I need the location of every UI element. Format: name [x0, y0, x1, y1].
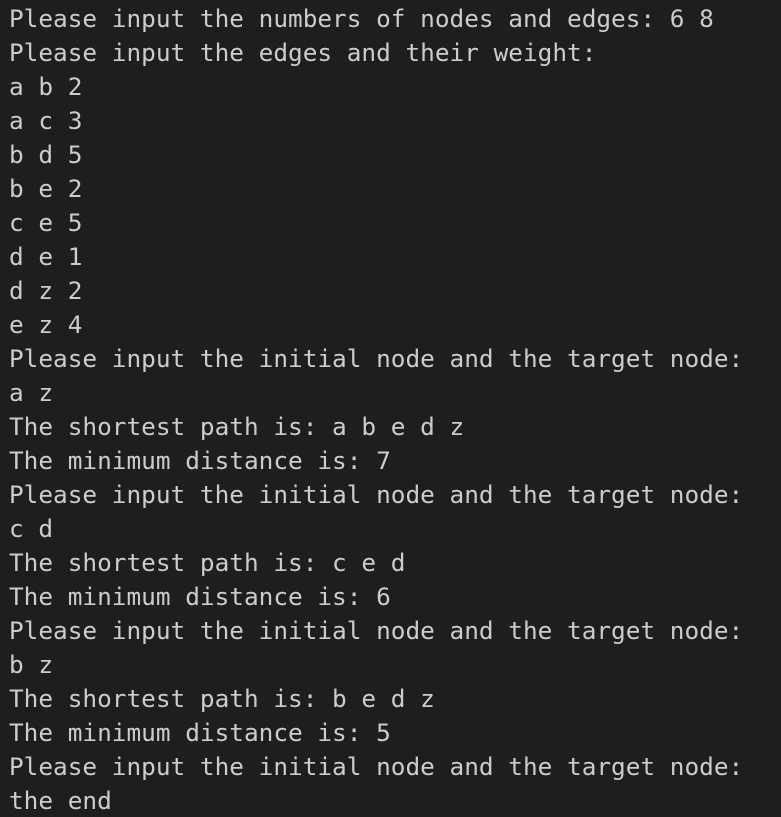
end-input-line: the end: [9, 786, 112, 815]
edge-input-line: a c 3: [9, 106, 83, 135]
prompt-initial-target: Please input the initial node and the ta…: [9, 752, 744, 781]
query-input-line: c d: [9, 514, 54, 543]
query-input-line: b z: [9, 650, 54, 679]
prompt-initial-target: Please input the initial node and the ta…: [9, 616, 744, 645]
edge-input-line: a b 2: [9, 72, 83, 101]
terminal-output[interactable]: Please input the numbers of nodes and ed…: [0, 0, 781, 817]
minimum-distance-output: The minimum distance is: 6: [9, 582, 391, 611]
shortest-path-output: The shortest path is: c e d: [9, 548, 406, 577]
edge-input-line: d e 1: [9, 242, 83, 271]
query-input-line: a z: [9, 378, 54, 407]
edge-input-line: e z 4: [9, 310, 83, 339]
prompt-initial-target: Please input the initial node and the ta…: [9, 344, 744, 373]
prompt-nodes-edges: Please input the numbers of nodes and ed…: [9, 4, 714, 33]
minimum-distance-output: The minimum distance is: 7: [9, 446, 391, 475]
shortest-path-output: The shortest path is: b e d z: [9, 684, 435, 713]
minimum-distance-output: The minimum distance is: 5: [9, 718, 391, 747]
edge-input-line: b d 5: [9, 140, 83, 169]
prompt-initial-target: Please input the initial node and the ta…: [9, 480, 744, 509]
edge-input-line: b e 2: [9, 174, 83, 203]
shortest-path-output: The shortest path is: a b e d z: [9, 412, 465, 441]
edge-input-line: c e 5: [9, 208, 83, 237]
edge-input-line: d z 2: [9, 276, 83, 305]
prompt-edges-weight: Please input the edges and their weight:: [9, 38, 597, 67]
